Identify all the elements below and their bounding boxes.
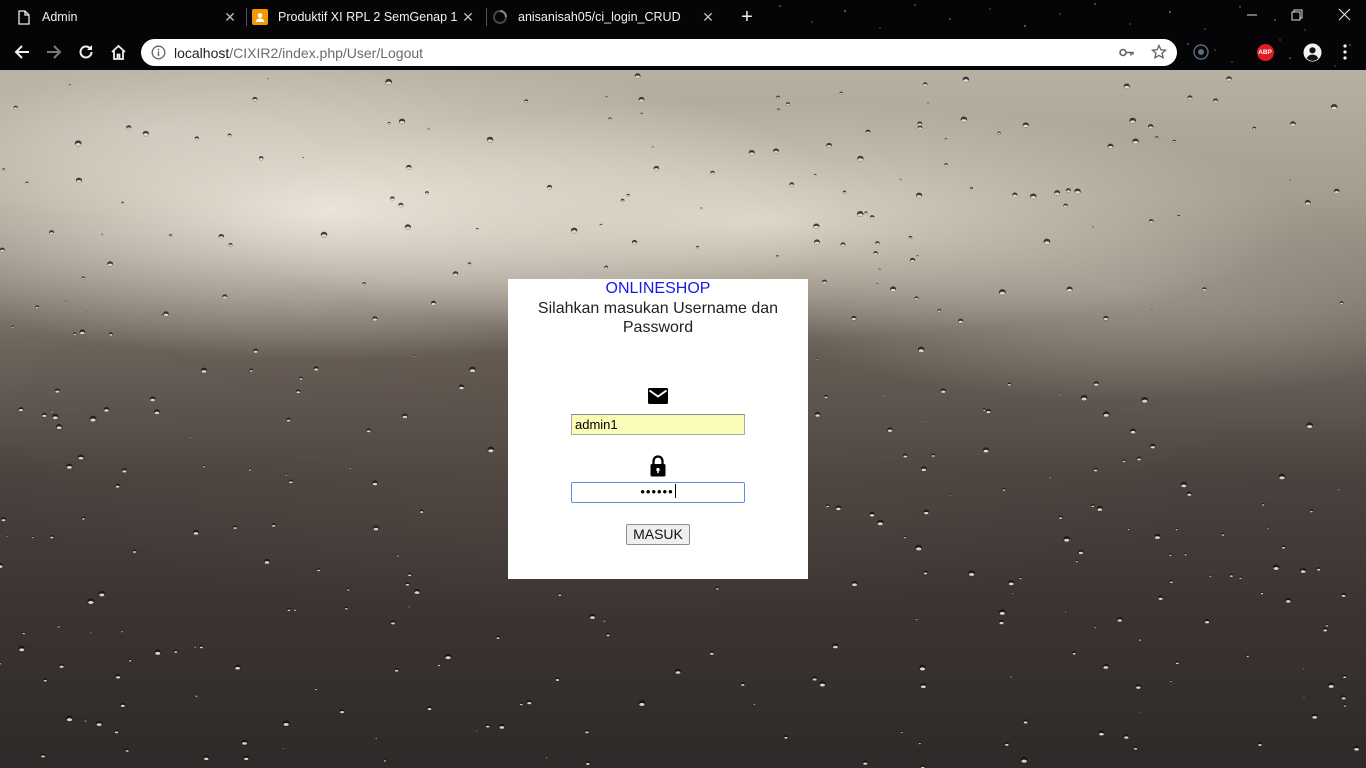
back-icon[interactable] xyxy=(11,41,33,63)
url-host: localhost xyxy=(174,44,230,61)
home-icon[interactable] xyxy=(107,41,129,63)
tab-divider xyxy=(246,8,247,26)
loading-spinner-icon xyxy=(492,9,508,25)
text-caret xyxy=(674,484,676,498)
adblock-badge: ABP xyxy=(1256,43,1274,61)
toolbar: localhost/CIXIR2/index.php/User/Logout A… xyxy=(0,34,1366,70)
tab-title: Produktif XI RPL 2 SemGenap 18 xyxy=(278,10,458,24)
profile-icon[interactable] xyxy=(1301,41,1323,63)
password-dots: •••••• xyxy=(640,484,674,499)
classroom-icon xyxy=(252,9,268,25)
envelope-icon xyxy=(647,387,669,405)
extension-icon[interactable] xyxy=(1190,41,1212,63)
password-field[interactable]: •••••• xyxy=(571,482,745,503)
login-instructions: Silahkan masukan Username dan Password xyxy=(537,300,779,336)
tab-admin[interactable]: Admin ✕ xyxy=(16,0,244,34)
tab-divider xyxy=(486,8,487,26)
window-close-icon[interactable] xyxy=(1334,6,1354,26)
tab-title: Admin xyxy=(42,10,78,24)
menu-icon[interactable] xyxy=(1334,41,1356,63)
tab-classroom[interactable]: Produktif XI RPL 2 SemGenap 18 ✕ xyxy=(252,0,482,34)
document-icon xyxy=(16,9,32,25)
tab-github[interactable]: anisanisah05/ci_login_CRUD ✕ xyxy=(492,0,722,34)
star-icon[interactable] xyxy=(1151,44,1167,60)
url-text: localhost/CIXIR2/index.php/User/Logout xyxy=(174,45,423,61)
close-icon[interactable]: ✕ xyxy=(460,9,476,25)
tab-strip: Admin ✕ Produktif XI RPL 2 SemGenap 18 ✕… xyxy=(0,0,1366,34)
login-submit-button[interactable]: MASUK xyxy=(626,524,690,545)
browser-chrome: Admin ✕ Produktif XI RPL 2 SemGenap 18 ✕… xyxy=(0,0,1366,70)
login-card: ONLINESHOP Silahkan masukan Username dan… xyxy=(508,279,808,579)
lock-icon xyxy=(647,455,669,477)
username-field[interactable] xyxy=(571,414,745,435)
url-path: /CIXIR2/index.php/User/Logout xyxy=(229,44,424,61)
reload-icon[interactable] xyxy=(75,41,97,63)
minimize-icon[interactable] xyxy=(1242,6,1262,26)
tab-title: anisanisah05/ci_login_CRUD xyxy=(518,10,681,24)
new-tab-icon[interactable]: + xyxy=(738,7,756,27)
brand-title: ONLINESHOP xyxy=(605,280,711,297)
info-icon[interactable] xyxy=(150,45,166,61)
forward-icon[interactable] xyxy=(43,41,65,63)
adblock-icon[interactable]: ABP xyxy=(1254,41,1276,63)
restore-icon[interactable] xyxy=(1287,6,1307,26)
address-bar[interactable]: localhost/CIXIR2/index.php/User/Logout xyxy=(141,39,1177,66)
close-icon[interactable]: ✕ xyxy=(222,9,238,25)
close-icon[interactable]: ✕ xyxy=(700,9,716,25)
page-background: ONLINESHOP Silahkan masukan Username dan… xyxy=(0,70,1366,768)
key-icon[interactable] xyxy=(1118,44,1134,60)
